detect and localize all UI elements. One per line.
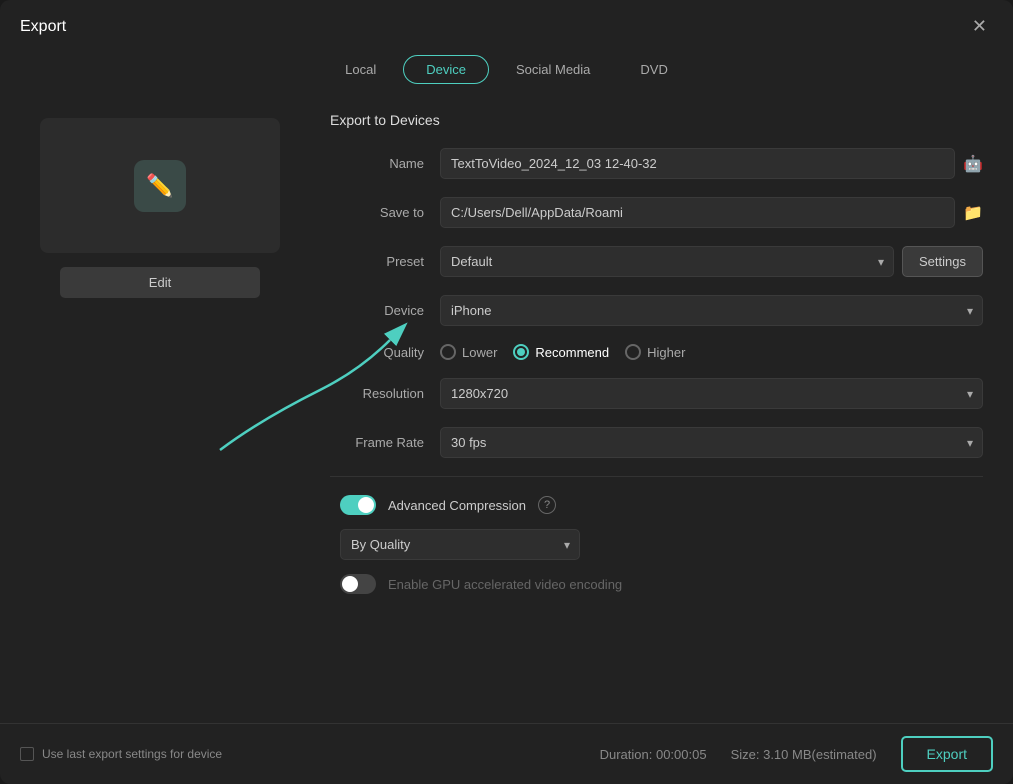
resolution-select-wrap: 1280x7201920x1080720x480640x480 — [440, 378, 983, 409]
quality-row: Quality Lower Recommend High — [330, 344, 983, 360]
name-row: Name 🤖 — [330, 148, 983, 179]
resolution-select[interactable]: 1280x7201920x1080720x480640x480 — [440, 378, 983, 409]
tab-local[interactable]: Local — [322, 55, 399, 84]
name-input[interactable] — [440, 148, 955, 179]
right-panel: Export to Devices Name 🤖 Save to 📁 Pr — [320, 98, 1013, 723]
advanced-compression-toggle[interactable] — [340, 495, 376, 515]
use-last-settings: Use last export settings for device — [20, 747, 222, 761]
duration-label: Duration: 00:00:05 — [600, 747, 707, 762]
by-quality-select[interactable]: By QualityBy Bitrate — [340, 529, 580, 560]
resolution-label: Resolution — [330, 386, 440, 401]
name-value-wrap: 🤖 — [440, 148, 983, 179]
tabs-bar: Local Device Social Media DVD — [0, 49, 1013, 98]
export-dialog: Export ✕ Local Device Social Media DVD ✏… — [0, 0, 1013, 784]
settings-button[interactable]: Settings — [902, 246, 983, 277]
gpu-toggle[interactable] — [340, 574, 376, 594]
frame-rate-select[interactable]: 30 fps24 fps25 fps60 fps — [440, 427, 983, 458]
main-content: ✏️ Edit Export to Devices Name — [0, 98, 1013, 723]
advanced-compression-label: Advanced Compression — [388, 498, 526, 513]
divider — [330, 476, 983, 477]
use-last-settings-label: Use last export settings for device — [42, 747, 222, 761]
footer: Use last export settings for device Dura… — [0, 723, 1013, 784]
ai-icon: 🤖 — [963, 154, 983, 174]
preset-select[interactable]: Default — [440, 246, 894, 277]
quality-recommend-radio[interactable] — [513, 344, 529, 360]
tab-dvd[interactable]: DVD — [617, 55, 690, 84]
quality-higher-label: Higher — [647, 345, 685, 360]
by-quality-select-wrap: By QualityBy Bitrate — [340, 529, 580, 560]
quality-lower-label: Lower — [462, 345, 497, 360]
help-icon[interactable]: ? — [538, 496, 556, 514]
device-value-wrap: iPhone — [440, 295, 983, 326]
resolution-row: Resolution 1280x7201920x1080720x480640x4… — [330, 378, 983, 409]
resolution-value-wrap: 1280x7201920x1080720x480640x480 — [440, 378, 983, 409]
quality-higher-radio[interactable] — [625, 344, 641, 360]
gpu-toggle-knob — [342, 576, 358, 592]
preset-row: Preset Default Settings — [330, 246, 983, 277]
toggle-knob — [358, 497, 374, 513]
frame-rate-label: Frame Rate — [330, 435, 440, 450]
save-to-input[interactable] — [440, 197, 955, 228]
quality-lower-radio[interactable] — [440, 344, 456, 360]
quality-options-wrap: Lower Recommend Higher — [440, 344, 983, 360]
frame-rate-select-wrap: 30 fps24 fps25 fps60 fps — [440, 427, 983, 458]
tab-social-media[interactable]: Social Media — [493, 55, 613, 84]
advanced-compression-row: Advanced Compression ? — [330, 495, 983, 515]
section-title: Export to Devices — [330, 108, 983, 128]
left-panel: ✏️ Edit — [0, 98, 320, 723]
quality-recommend-option[interactable]: Recommend — [513, 344, 609, 360]
preset-label: Preset — [330, 254, 440, 269]
frame-rate-value-wrap: 30 fps24 fps25 fps60 fps — [440, 427, 983, 458]
use-last-settings-checkbox[interactable] — [20, 747, 34, 761]
device-select-wrap: iPhone — [440, 295, 983, 326]
export-button[interactable]: Export — [901, 736, 993, 772]
device-select[interactable]: iPhone — [440, 295, 983, 326]
preview-icon: ✏️ — [134, 160, 186, 212]
device-label: Device — [330, 303, 440, 318]
preset-select-wrap: Default — [440, 246, 894, 277]
title-bar: Export ✕ — [0, 0, 1013, 49]
quality-higher-option[interactable]: Higher — [625, 344, 685, 360]
folder-icon[interactable]: 📁 — [963, 203, 983, 223]
save-to-value-wrap: 📁 — [440, 197, 983, 228]
save-to-label: Save to — [330, 205, 440, 220]
size-label: Size: 3.10 MB(estimated) — [731, 747, 877, 762]
footer-info: Duration: 00:00:05 Size: 3.10 MB(estimat… — [600, 736, 993, 772]
quality-recommend-label: Recommend — [535, 345, 609, 360]
quality-label: Quality — [330, 345, 440, 360]
close-button[interactable]: ✕ — [966, 14, 993, 39]
device-row: Device iPhone — [330, 295, 983, 326]
save-to-row: Save to 📁 — [330, 197, 983, 228]
preset-value-wrap: Default Settings — [440, 246, 983, 277]
gpu-row: Enable GPU accelerated video encoding — [330, 574, 983, 594]
frame-rate-row: Frame Rate 30 fps24 fps25 fps60 fps — [330, 427, 983, 458]
tab-device[interactable]: Device — [403, 55, 489, 84]
quality-lower-option[interactable]: Lower — [440, 344, 497, 360]
quality-radio-group: Lower Recommend Higher — [440, 344, 685, 360]
dialog-title: Export — [20, 18, 66, 36]
by-quality-row: By QualityBy Bitrate — [330, 529, 983, 560]
name-label: Name — [330, 156, 440, 171]
gpu-label: Enable GPU accelerated video encoding — [388, 577, 622, 592]
preview-box: ✏️ — [40, 118, 280, 253]
edit-button[interactable]: Edit — [60, 267, 260, 298]
